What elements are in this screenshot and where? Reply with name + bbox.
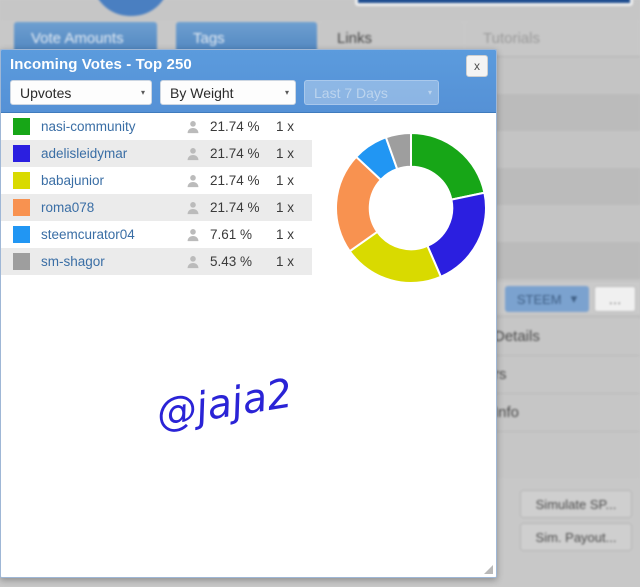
vote-percent: 21.74 % bbox=[210, 146, 260, 161]
vote-multiplier: 1 x bbox=[276, 173, 295, 188]
color-swatch-cell bbox=[1, 226, 41, 243]
series-color-swatch bbox=[12, 199, 30, 216]
sim-payout-label: Sim. Payout... bbox=[535, 529, 617, 545]
tab-links-label: Links bbox=[337, 29, 373, 47]
voter-name[interactable]: sm-shagor bbox=[41, 254, 176, 269]
more-options-button[interactable]: … bbox=[594, 286, 636, 312]
list-item-label: Info bbox=[494, 404, 520, 421]
dialog-filters: Upvotes ▾ By Weight ▾ Last 7 Days ▾ bbox=[10, 80, 439, 105]
table-row[interactable]: steemcurator04 7.61 % 1 x bbox=[1, 221, 312, 248]
vote-multiplier: 1 x bbox=[276, 146, 295, 161]
person-icon bbox=[176, 201, 210, 215]
table-row[interactable]: sm-shagor 5.43 % 1 x bbox=[1, 248, 312, 275]
color-swatch-cell bbox=[1, 145, 41, 162]
person-icon bbox=[176, 255, 210, 269]
close-icon[interactable]: x bbox=[466, 55, 488, 77]
table-row[interactable]: nasi-community 21.74 % 1 x bbox=[1, 113, 312, 140]
color-swatch-cell bbox=[1, 172, 41, 189]
screen: Vote Amounts Tags Links Tutorials STEEM bbox=[0, 0, 640, 587]
simulate-sp-button[interactable]: Simulate SP... bbox=[520, 490, 632, 518]
votes-donut-chart bbox=[331, 128, 491, 288]
simulate-sp-label: Simulate SP... bbox=[535, 496, 617, 512]
vote-percent: 5.43 % bbox=[210, 254, 253, 269]
person-icon bbox=[176, 174, 210, 188]
vote-multiplier: 1 x bbox=[276, 227, 295, 242]
tab-tutorials-label: Tutorials bbox=[483, 29, 540, 47]
series-color-swatch bbox=[12, 172, 30, 189]
vote-percent: 7.61 % bbox=[210, 227, 253, 242]
chevron-down-icon: ▾ bbox=[427, 88, 432, 97]
chevron-down-icon: ▾ bbox=[570, 291, 578, 306]
table-row[interactable]: roma078 21.74 % 1 x bbox=[1, 194, 312, 221]
color-swatch-cell bbox=[1, 199, 41, 216]
sort-by-value: By Weight bbox=[170, 84, 234, 101]
color-swatch-cell bbox=[1, 118, 41, 135]
votes-table: nasi-community 21.74 % 1 x adelisleidyma… bbox=[1, 113, 312, 275]
vote-multiplier: 1 x bbox=[276, 254, 295, 269]
vote-multiplier: 1 x bbox=[276, 119, 295, 134]
incoming-votes-dialog: Incoming Votes - Top 250 x Upvotes ▾ By … bbox=[0, 49, 497, 578]
voter-name[interactable]: nasi-community bbox=[41, 119, 176, 134]
tab-tags-label: Tags bbox=[193, 29, 225, 47]
voter-name[interactable]: adelisleidymar bbox=[41, 146, 176, 161]
more-options-label: … bbox=[608, 291, 622, 307]
person-icon bbox=[176, 120, 210, 134]
person-icon bbox=[176, 147, 210, 161]
vote-percent: 21.74 % bbox=[210, 173, 260, 188]
voter-name[interactable]: steemcurator04 bbox=[41, 227, 176, 242]
watermark: @jaja2 bbox=[153, 370, 296, 438]
table-row[interactable]: adelisleidymar 21.74 % 1 x bbox=[1, 140, 312, 167]
person-icon bbox=[176, 228, 210, 242]
color-swatch-cell bbox=[1, 253, 41, 270]
vote-multiplier: 1 x bbox=[276, 200, 295, 215]
time-range-value: Last 7 Days bbox=[314, 84, 388, 101]
close-label: x bbox=[474, 59, 480, 73]
vote-type-value: Upvotes bbox=[20, 84, 72, 101]
vote-percent: 21.74 % bbox=[210, 119, 260, 134]
tab-vote-amounts-label: Vote Amounts bbox=[31, 29, 124, 47]
series-color-swatch bbox=[12, 145, 30, 162]
voter-name[interactable]: babajunior bbox=[41, 173, 176, 188]
table-row[interactable]: babajunior 21.74 % 1 x bbox=[1, 167, 312, 194]
time-range-dropdown: Last 7 Days ▾ bbox=[304, 80, 439, 105]
sim-payout-button[interactable]: Sim. Payout... bbox=[520, 523, 632, 551]
chevron-down-icon: ▾ bbox=[140, 88, 145, 97]
sort-by-dropdown[interactable]: By Weight ▾ bbox=[160, 80, 296, 105]
currency-selector[interactable]: STEEM ▾ bbox=[505, 286, 589, 312]
background-primary-button[interactable] bbox=[355, 0, 633, 6]
series-color-swatch bbox=[12, 118, 30, 135]
currency-selector-label: STEEM bbox=[516, 291, 562, 307]
dialog-header: Incoming Votes - Top 250 x Upvotes ▾ By … bbox=[1, 50, 496, 113]
vote-type-dropdown[interactable]: Upvotes ▾ bbox=[10, 80, 152, 105]
resize-handle-icon[interactable] bbox=[482, 563, 494, 575]
vote-percent: 21.74 % bbox=[210, 200, 260, 215]
dialog-body: nasi-community 21.74 % 1 x adelisleidyma… bbox=[1, 113, 496, 577]
list-item-label: Details bbox=[494, 328, 540, 345]
voter-name[interactable]: roma078 bbox=[41, 200, 176, 215]
donut-slice[interactable] bbox=[410, 131, 486, 201]
chevron-down-icon: ▾ bbox=[284, 88, 289, 97]
dialog-title: Incoming Votes - Top 250 bbox=[10, 56, 192, 73]
series-color-swatch bbox=[12, 226, 30, 243]
donut-svg bbox=[335, 131, 487, 284]
series-color-swatch bbox=[12, 253, 30, 270]
